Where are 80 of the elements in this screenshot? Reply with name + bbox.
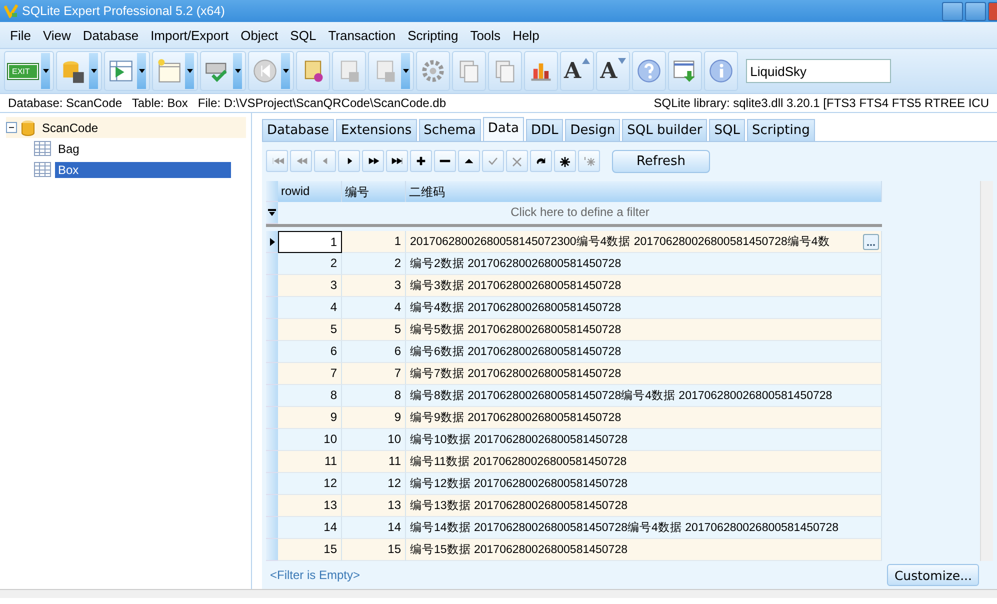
navigator-button[interactable] — [410, 150, 432, 172]
table-cell-text: 编号12数据 201706280026800581450728 — [410, 476, 628, 491]
database-icon — [21, 120, 35, 136]
menu-item[interactable]: View — [36, 28, 77, 42]
table-cell: 1 — [278, 231, 342, 253]
navigator-button[interactable] — [338, 150, 360, 172]
dropdown-arrow-button[interactable] — [281, 53, 290, 89]
tab[interactable]: Design — [565, 119, 620, 141]
tab[interactable]: SQL builder — [622, 119, 708, 141]
menu-item[interactable]: Object — [234, 28, 284, 42]
navigator-button[interactable] — [386, 150, 408, 172]
tab[interactable]: Data — [482, 117, 524, 141]
database-info-text: Database: ScanCode Table: Box File: D:\VSProject\ScanQRCode\ScanCode.db — [8, 96, 446, 110]
table-cell-text: 编号5数据 201706280026800581450728 — [410, 322, 622, 337]
menu-item[interactable]: Tools — [464, 28, 507, 42]
dropdown-arrow-button[interactable] — [233, 53, 242, 89]
minimize-button[interactable] — [942, 2, 963, 20]
table-cell-text: 编号7数据 201706280026800581450728 — [410, 366, 622, 381]
tab[interactable]: Schema — [418, 119, 481, 141]
table-icon — [34, 141, 51, 156]
collapse-toggle-icon[interactable] — [6, 122, 17, 133]
row-indicator[interactable] — [266, 231, 278, 253]
table-cell-text: 编号2数据 201706280026800581450728 — [410, 256, 622, 271]
table-cell-text: 20170628002680058145072300编号4数据 201706280026800581450728编号4数 — [410, 234, 831, 249]
table-cell-text: 编号10数据 201706280026800581450728 — [410, 432, 628, 447]
ellipsis-button[interactable] — [863, 234, 879, 250]
app-logo-icon — [4, 4, 18, 18]
tab[interactable]: SQL — [709, 119, 746, 141]
navigator-button[interactable] — [530, 150, 552, 172]
info-icon[interactable] — [708, 58, 734, 84]
theme-dropdown[interactable]: LiquidSky — [746, 59, 892, 83]
menu-item[interactable]: Transaction — [322, 28, 402, 42]
table-cell-text: 编号14数据 201706280026800581450728编号4数据 201706280026800581450728 — [410, 520, 840, 535]
vertical-scrollbar[interactable] — [980, 181, 993, 561]
tab[interactable]: Database — [262, 119, 334, 141]
tree-item[interactable]: ScanCode — [39, 120, 102, 136]
customize-button[interactable]: Customize... — [887, 564, 979, 586]
table-cell-text: 编号9数据 201706280026800581450728 — [410, 410, 622, 425]
table-cell-text: 编号13数据 201706280026800581450728 — [410, 498, 628, 513]
dropdown-arrow-button[interactable] — [89, 53, 98, 89]
tree-item[interactable]: Box — [55, 162, 231, 178]
dropdown-arrow-button[interactable] — [137, 53, 146, 89]
filter-status-link[interactable]: <Filter is Empty> — [270, 568, 360, 582]
table-cell: 15 — [342, 539, 406, 561]
menu-item[interactable]: Import/Export — [144, 28, 235, 42]
tree-item[interactable]: Bag — [55, 140, 82, 156]
table-cell-text: 编号6数据 201706280026800581450728 — [410, 344, 622, 359]
navigator-button[interactable] — [434, 150, 456, 172]
settings-icon[interactable] — [420, 58, 446, 84]
navigator-button[interactable] — [458, 150, 480, 172]
library-info-text: SQLite library: sqlite3.dll 3.20.1 [FTS3 FTS4 FTS5 RTREE ICU — [654, 96, 989, 110]
menu-item[interactable]: Database — [76, 28, 145, 42]
menu-item[interactable]: File — [4, 28, 37, 42]
navigator-button[interactable] — [554, 150, 576, 172]
plus-icon — [414, 154, 428, 168]
dropdown-arrow-button[interactable] — [41, 53, 50, 89]
menu-item[interactable]: Help — [506, 28, 546, 42]
maximize-button[interactable] — [965, 2, 986, 20]
navigator-button[interactable] — [362, 150, 384, 172]
dropdown-arrow-button[interactable] — [401, 53, 410, 89]
close-button[interactable] — [988, 2, 997, 20]
help-icon[interactable] — [636, 58, 662, 84]
table-icon — [34, 162, 51, 177]
filter-icon — [268, 208, 276, 216]
table-cell-text: 编号15数据 201706280026800581450728 — [410, 542, 628, 557]
tab[interactable]: DDL — [526, 119, 564, 141]
table-cell-text: 编号11数据 201706280026800581450728 — [410, 454, 628, 469]
asterisk-icon — [582, 154, 596, 168]
refresh-button[interactable]: Refresh — [612, 150, 710, 172]
menu-item[interactable]: Scripting — [402, 28, 464, 42]
table-cell-text: 编号3数据 201706280026800581450728 — [410, 278, 622, 293]
table-cell: 15 — [278, 539, 342, 561]
tab[interactable]: Scripting — [747, 119, 815, 141]
asterisk-icon — [558, 154, 572, 168]
table-cell-text: 编号4数据 201706280026800581450728 — [410, 300, 622, 315]
table-cell-text: 编号8数据 201706280026800581450728编号4数据 201706280026800581450728 — [410, 388, 834, 403]
tab[interactable]: Extensions — [336, 119, 417, 141]
menu-item[interactable]: SQL — [284, 28, 322, 42]
window-title: SQLite Expert Professional 5.2 (x64) — [22, 4, 226, 18]
dropdown-arrow-button[interactable] — [185, 53, 194, 89]
